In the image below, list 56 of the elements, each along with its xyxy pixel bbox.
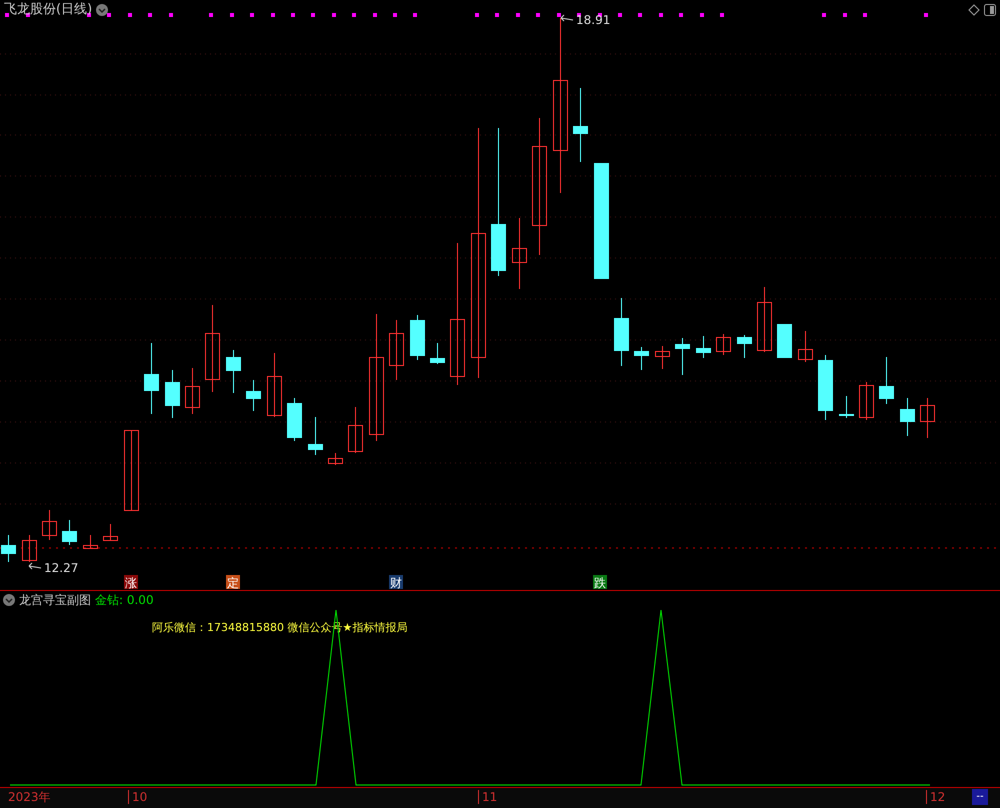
window-title: 飞龙股份(日线) [4, 0, 92, 18]
candlestick [287, 398, 302, 442]
candlestick [900, 398, 915, 436]
panel-toggle-icon[interactable] [984, 4, 996, 16]
candlestick [165, 370, 180, 418]
axis-label: 11 [478, 790, 498, 804]
candlestick [675, 338, 690, 376]
candlestick [308, 416, 323, 456]
candlestick [859, 382, 874, 420]
signal-badge: 跌 [593, 575, 607, 590]
candlestick [267, 352, 282, 418]
candlestick [410, 314, 425, 360]
axis-label: 2023年 [8, 790, 51, 804]
candlestick [655, 346, 670, 370]
candlestick [22, 534, 37, 562]
dropdown-icon[interactable] [96, 4, 108, 16]
axis-label: 10 [128, 790, 148, 804]
candlestick [777, 324, 792, 358]
diamond-icon[interactable] [968, 4, 980, 16]
signal-badge: 涨 [124, 575, 138, 590]
axis-label: 12 [926, 790, 946, 804]
candlestick [920, 398, 935, 438]
candlestick [83, 534, 98, 550]
candlestick [348, 406, 363, 454]
arrow-icon [28, 562, 42, 570]
candlestick [103, 524, 118, 542]
candlestick [818, 354, 833, 420]
arrow-icon [560, 14, 574, 22]
candlestick [512, 218, 527, 290]
candlestick [1, 534, 16, 562]
candlestick [430, 342, 445, 364]
candlestick [185, 368, 200, 414]
scroll-button[interactable]: -- [972, 789, 988, 805]
price-label: 12.27 [44, 561, 78, 575]
dropdown-icon[interactable] [3, 594, 15, 606]
signal-badge: 定 [226, 575, 240, 590]
candlestick [737, 334, 752, 358]
candlestick [757, 286, 772, 352]
candlestick [328, 452, 343, 466]
candlestick [144, 342, 159, 414]
candlestick [696, 336, 711, 358]
candlestick [798, 330, 813, 362]
signal-badge: 财 [389, 575, 403, 590]
candlestick [634, 346, 649, 370]
candlestick [614, 298, 629, 366]
candlestick [42, 510, 57, 540]
candlestick [246, 380, 261, 412]
candlestick [62, 520, 77, 546]
candlestick [716, 334, 731, 356]
price-label: 18.91 [576, 13, 610, 27]
candlestick [839, 396, 854, 418]
indicator-reading: 金钻: 0.00 [95, 592, 154, 608]
candlestick [879, 356, 894, 404]
indicator-name: 龙宫寻宝副图 [19, 592, 91, 608]
candlestick [226, 350, 241, 394]
candlestick [389, 320, 404, 380]
